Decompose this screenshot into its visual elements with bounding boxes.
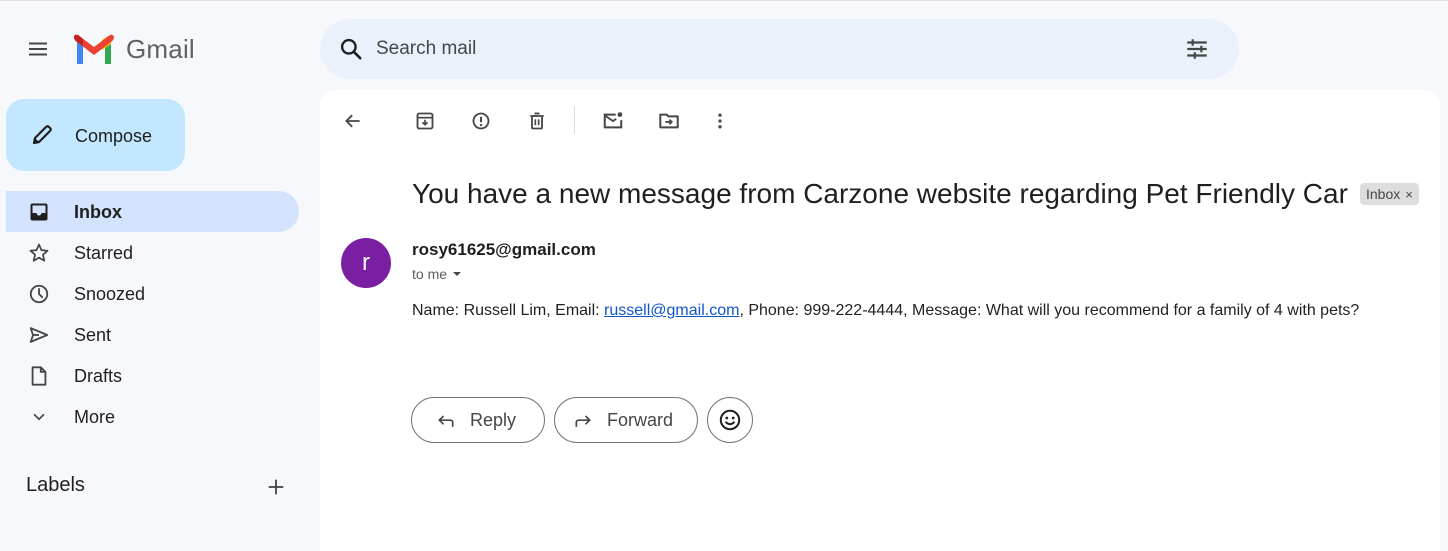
sidebar-item-inbox[interactable]: Inbox bbox=[6, 191, 299, 232]
compose-button[interactable]: Compose bbox=[6, 99, 185, 171]
sidebar-item-label: Snoozed bbox=[74, 284, 146, 304]
sender-avatar[interactable]: r bbox=[341, 238, 391, 288]
sidebar-item-label: More bbox=[74, 407, 116, 427]
report-spam-button[interactable] bbox=[466, 106, 496, 136]
recipient-details[interactable]: to me bbox=[412, 266, 462, 282]
sidebar-item-drafts[interactable]: Drafts bbox=[6, 355, 299, 396]
email-subject: You have a new message from Carzone webs… bbox=[412, 178, 1348, 209]
labels-heading: Labels bbox=[26, 474, 85, 496]
sidebar-item-label: Drafts bbox=[74, 366, 123, 386]
delete-button[interactable] bbox=[522, 106, 552, 136]
remove-label-icon[interactable]: × bbox=[1405, 187, 1413, 202]
reply-icon bbox=[438, 415, 454, 427]
smiley-icon bbox=[719, 409, 741, 431]
label-chip-text: Inbox bbox=[1366, 186, 1401, 202]
gmail-m-icon bbox=[74, 34, 114, 64]
sidebar-item-more[interactable]: More bbox=[6, 396, 299, 437]
caret-down-icon bbox=[453, 272, 462, 276]
body-text-end: , Phone: 999-222-4444, Message: What wil… bbox=[739, 302, 1360, 319]
sidebar-item-sent[interactable]: Sent bbox=[6, 314, 299, 355]
gmail-logo[interactable]: Gmail bbox=[74, 31, 195, 67]
main-menu-button[interactable] bbox=[18, 29, 58, 69]
sender-email[interactable]: rosy61625@gmail.com bbox=[412, 240, 596, 260]
recipient-label: to me bbox=[412, 266, 448, 282]
move-to-button[interactable] bbox=[654, 106, 684, 136]
delete-icon bbox=[530, 112, 544, 130]
chevron-down-icon bbox=[28, 406, 50, 428]
pencil-icon bbox=[32, 125, 52, 145]
mark-unread-button[interactable] bbox=[598, 106, 628, 136]
search-options-button[interactable] bbox=[1182, 34, 1212, 64]
draft-icon bbox=[28, 365, 50, 387]
compose-label: Compose bbox=[75, 126, 153, 146]
send-icon bbox=[28, 324, 50, 346]
sidebar: Compose Inbox Starred Snoozed Sent Draft… bbox=[0, 96, 320, 551]
plus-icon bbox=[268, 479, 284, 495]
inbox-icon bbox=[28, 201, 50, 223]
mark-unread-icon bbox=[603, 112, 623, 129]
search-input[interactable] bbox=[376, 33, 1156, 65]
reply-button[interactable]: Reply bbox=[411, 397, 545, 443]
forward-icon bbox=[575, 415, 591, 427]
sidebar-item-starred[interactable]: Starred bbox=[6, 232, 299, 273]
archive-icon bbox=[416, 112, 434, 130]
body-text-start: Name: Russell Lim, Email: bbox=[412, 302, 605, 319]
email-body: Name: Russell Lim, Email: russell@gmail.… bbox=[412, 302, 1359, 320]
archive-button[interactable] bbox=[410, 106, 440, 136]
star-icon bbox=[28, 242, 50, 264]
emoji-reaction-button[interactable] bbox=[707, 397, 753, 443]
search-icon[interactable] bbox=[338, 36, 364, 62]
back-arrow-icon bbox=[345, 114, 360, 128]
search-bar[interactable] bbox=[320, 19, 1239, 79]
report-spam-icon bbox=[472, 112, 490, 130]
back-button[interactable] bbox=[338, 106, 368, 136]
inbox-label-chip[interactable]: Inbox × bbox=[1360, 183, 1419, 205]
tune-icon bbox=[1187, 39, 1207, 59]
top-bar: Gmail bbox=[0, 0, 1448, 96]
more-vert-icon bbox=[718, 113, 722, 129]
forward-button[interactable]: Forward bbox=[554, 397, 698, 443]
sidebar-item-label: Inbox bbox=[74, 202, 122, 222]
gmail-app: Gmail Search mail Compose Inbox Starred … bbox=[0, 0, 1448, 551]
message-pane: You have a new message from Carzone webs… bbox=[320, 90, 1440, 551]
menu-icon bbox=[29, 42, 47, 56]
email-link[interactable]: russell@gmail.com bbox=[604, 302, 739, 319]
reply-label: Reply bbox=[470, 410, 517, 430]
sidebar-nav: Inbox Starred Snoozed Sent Drafts More bbox=[6, 191, 299, 437]
forward-label: Forward bbox=[607, 410, 674, 430]
clock-icon bbox=[28, 283, 50, 305]
sidebar-item-label: Sent bbox=[74, 325, 112, 345]
app-name: Gmail bbox=[126, 33, 195, 64]
more-options-button[interactable] bbox=[705, 106, 735, 136]
create-label-button[interactable] bbox=[262, 473, 290, 501]
toolbar-divider bbox=[574, 106, 575, 134]
message-toolbar bbox=[320, 90, 1440, 150]
move-to-icon bbox=[659, 113, 679, 129]
sidebar-item-snoozed[interactable]: Snoozed bbox=[6, 273, 299, 314]
sidebar-item-label: Starred bbox=[74, 243, 134, 263]
